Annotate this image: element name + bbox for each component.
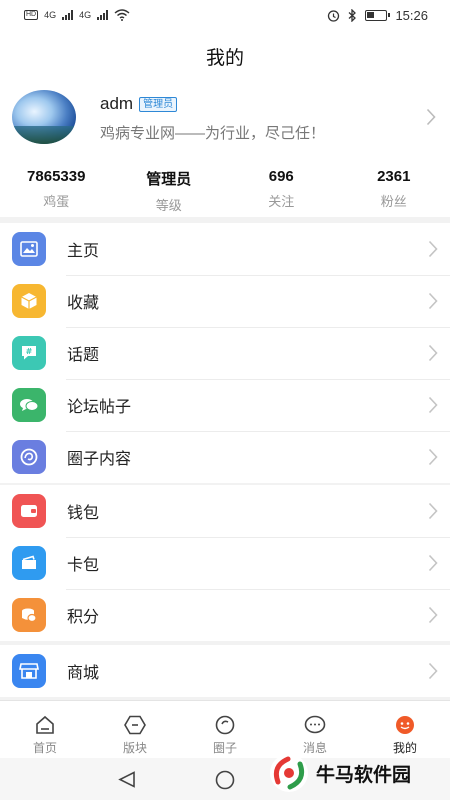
signal-indicators: HD 4G 4G <box>24 9 130 21</box>
menu-item-favorites[interactable]: 收藏 <box>0 275 450 327</box>
profile-card[interactable]: adm 管理员 鸡病专业网——为行业，尽己任！ 7865339 鸡蛋 管理员 等… <box>0 82 450 217</box>
chevron-right-icon <box>428 554 438 572</box>
status-bar: HD 4G 4G 15:26 <box>0 0 450 30</box>
wallet-icon <box>12 494 46 528</box>
watermark: 牛马软件园 <box>268 752 411 794</box>
image-icon <box>12 232 46 266</box>
watermark-text: 牛马软件园 <box>316 764 412 786</box>
menu-item-label: 主页 <box>67 243 100 260</box>
stat-label: 粉丝 <box>380 194 407 209</box>
menu-item-circle-content[interactable]: 圈子内容 <box>0 431 450 483</box>
stat-label: 关注 <box>268 194 295 209</box>
avatar[interactable] <box>12 90 76 144</box>
menu-item-card-holder[interactable]: 卡包 <box>0 537 450 589</box>
stat-value: 696 <box>268 168 294 185</box>
signal-bars-2-icon <box>97 10 109 20</box>
menu-item-topics[interactable]: # 话题 <box>0 327 450 379</box>
menu-item-label: 话题 <box>67 347 100 364</box>
chevron-right-icon <box>428 662 438 680</box>
stat-level[interactable]: 管理员 等级 <box>113 168 226 214</box>
svg-text:#: # <box>26 347 33 356</box>
tab-messages[interactable]: 消息 <box>270 701 360 758</box>
chevron-right-icon <box>428 396 438 414</box>
face-icon <box>396 716 414 734</box>
menu-item-forum-posts[interactable]: 论坛帖子 <box>0 379 450 431</box>
message-icon <box>304 715 326 734</box>
bottom-tab-bar: 首页 版块 圈子 消息 我的 <box>0 700 450 758</box>
stat-label: 鸡蛋 <box>43 194 70 209</box>
hashtag-icon: # <box>12 336 46 370</box>
tab-sections[interactable]: 版块 <box>90 701 180 758</box>
chat-bubbles-icon <box>12 388 46 422</box>
bluetooth-icon <box>349 8 357 22</box>
home-icon <box>36 715 54 734</box>
hd-indicator: HD <box>24 10 39 20</box>
menu-item-label: 钱包 <box>67 505 100 522</box>
stat-following[interactable]: 696 关注 <box>225 168 338 214</box>
menu-group-content: 主页 收藏 # 话题 论坛帖子 圈子内容 <box>0 223 450 483</box>
battery-icon <box>365 9 391 21</box>
stat-value: 管理员 <box>146 171 192 188</box>
chevron-right-icon <box>428 344 438 362</box>
menu-item-points[interactable]: 积分 <box>0 589 450 641</box>
menu-item-home[interactable]: 主页 <box>0 223 450 275</box>
signal-bars-icon <box>62 10 74 20</box>
watermark-logo-icon <box>270 754 308 792</box>
menu-item-store[interactable]: 商城 <box>0 645 450 697</box>
chevron-right-icon[interactable] <box>426 108 436 126</box>
tab-home[interactable]: 首页 <box>0 701 90 758</box>
page-header: 我的 <box>0 30 450 82</box>
coins-icon <box>12 598 46 632</box>
tab-label: 首页 <box>32 741 57 755</box>
chevron-right-icon <box>428 292 438 310</box>
chevron-right-icon <box>428 240 438 258</box>
menu-group-assets: 钱包 卡包 积分 <box>0 485 450 641</box>
tab-circle[interactable]: 圈子 <box>180 701 270 758</box>
stats-row: 7865339 鸡蛋 管理员 等级 696 关注 2361 粉丝 <box>0 168 450 214</box>
wifi-icon <box>114 9 130 21</box>
store-icon <box>12 654 46 688</box>
menu-item-label: 卡包 <box>67 557 100 574</box>
stat-label: 等级 <box>155 198 182 213</box>
alarm-icon <box>328 9 340 22</box>
menu-item-label: 商城 <box>67 665 100 682</box>
menu-item-wallet[interactable]: 钱包 <box>0 485 450 537</box>
chevron-right-icon <box>428 448 438 466</box>
home-button-icon[interactable] <box>215 770 235 790</box>
tab-mine[interactable]: 我的 <box>360 701 450 758</box>
menu-item-label: 收藏 <box>67 295 100 312</box>
stat-eggs[interactable]: 7865339 鸡蛋 <box>0 168 113 214</box>
chevron-right-icon <box>428 606 438 624</box>
menu-group-store: 商城 <box>0 645 450 697</box>
circle-swirl-icon <box>12 440 46 474</box>
page-title: 我的 <box>205 47 244 69</box>
username-row: adm 管理员 <box>100 94 178 114</box>
stat-value: 2361 <box>377 168 411 185</box>
menu-item-label: 论坛帖子 <box>67 399 132 416</box>
hexagon-icon <box>124 715 146 735</box>
status-time: 15:26 <box>395 7 428 23</box>
box-icon <box>12 284 46 318</box>
tab-label: 版块 <box>122 741 147 755</box>
back-icon[interactable] <box>118 771 136 788</box>
stat-followers[interactable]: 2361 粉丝 <box>338 168 450 214</box>
role-badge: 管理员 <box>139 96 178 112</box>
signature: 鸡病专业网——为行业，尽己任！ <box>100 125 326 142</box>
username: adm <box>100 94 134 113</box>
circle-icon <box>215 715 235 735</box>
menu-item-label: 圈子内容 <box>67 451 132 468</box>
chevron-right-icon <box>428 502 438 520</box>
network-type-2: 4G <box>79 10 92 20</box>
menu-item-label: 积分 <box>67 609 100 626</box>
network-type: 4G <box>44 10 57 20</box>
tab-label: 圈子 <box>212 741 237 755</box>
stat-value: 7865339 <box>27 168 86 185</box>
card-holder-icon <box>12 546 46 580</box>
